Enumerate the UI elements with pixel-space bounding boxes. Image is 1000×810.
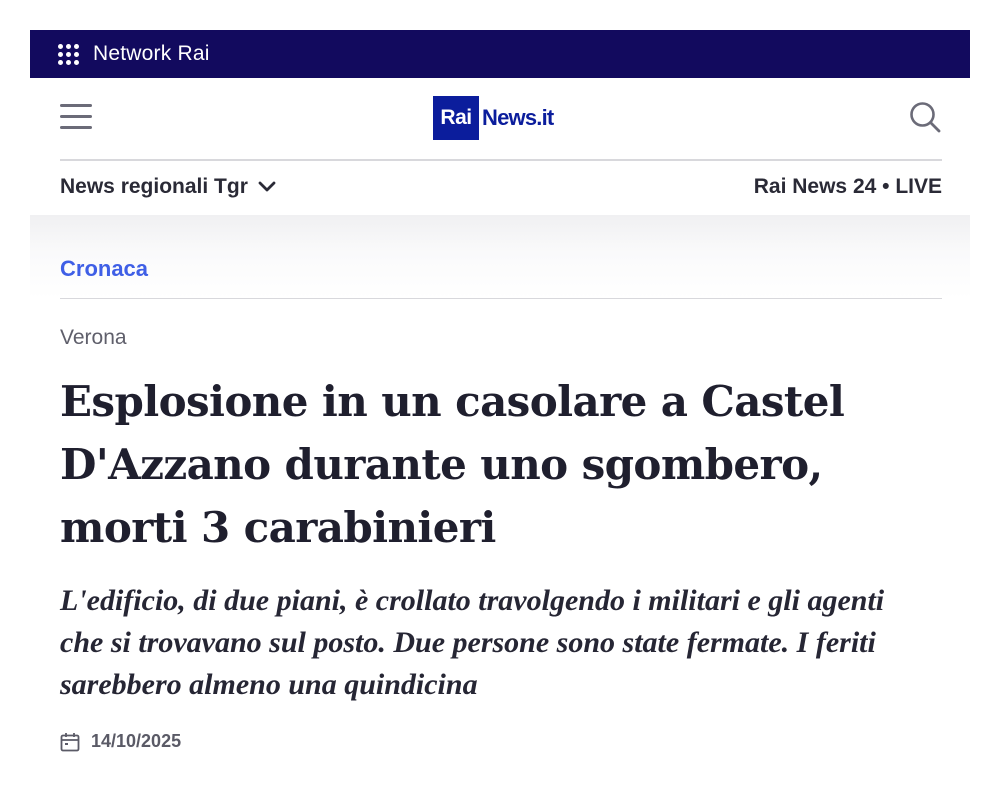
article-date: 14/10/2025 [91,731,182,751]
article-location: Verona [60,326,127,349]
hamburger-menu-icon[interactable] [60,102,92,130]
regional-news-dropdown[interactable]: News regionali Tgr [60,175,276,199]
article-subheadline: L'edificio, di due piani, è crollato tra… [60,584,885,701]
article-dateline: 14/10/2025 [60,731,181,752]
chevron-down-icon [258,181,276,192]
network-rai-bar[interactable]: Network Rai [30,30,970,78]
logo-news-text: News.it [482,105,554,130]
search-icon[interactable] [908,100,942,134]
regional-news-label: News regionali Tgr [60,175,248,198]
category-band [30,215,970,299]
site-header: Rai News.it [60,78,942,160]
apps-grid-icon [58,43,79,65]
category-link[interactable]: Cronaca [60,256,148,282]
calendar-icon [60,732,80,751]
rainews-logo[interactable]: Rai News.it [433,96,554,140]
sub-navigation: News regionali Tgr Rai News 24 • LIVE [60,161,942,215]
logo-rai-block: Rai [433,96,479,140]
network-rai-label: Network Rai [93,42,210,65]
article-headline: Esplosione in un casolare a Castel D'Azz… [60,377,845,552]
live-link[interactable]: Rai News 24 • LIVE [754,175,942,199]
category-divider [60,298,942,299]
